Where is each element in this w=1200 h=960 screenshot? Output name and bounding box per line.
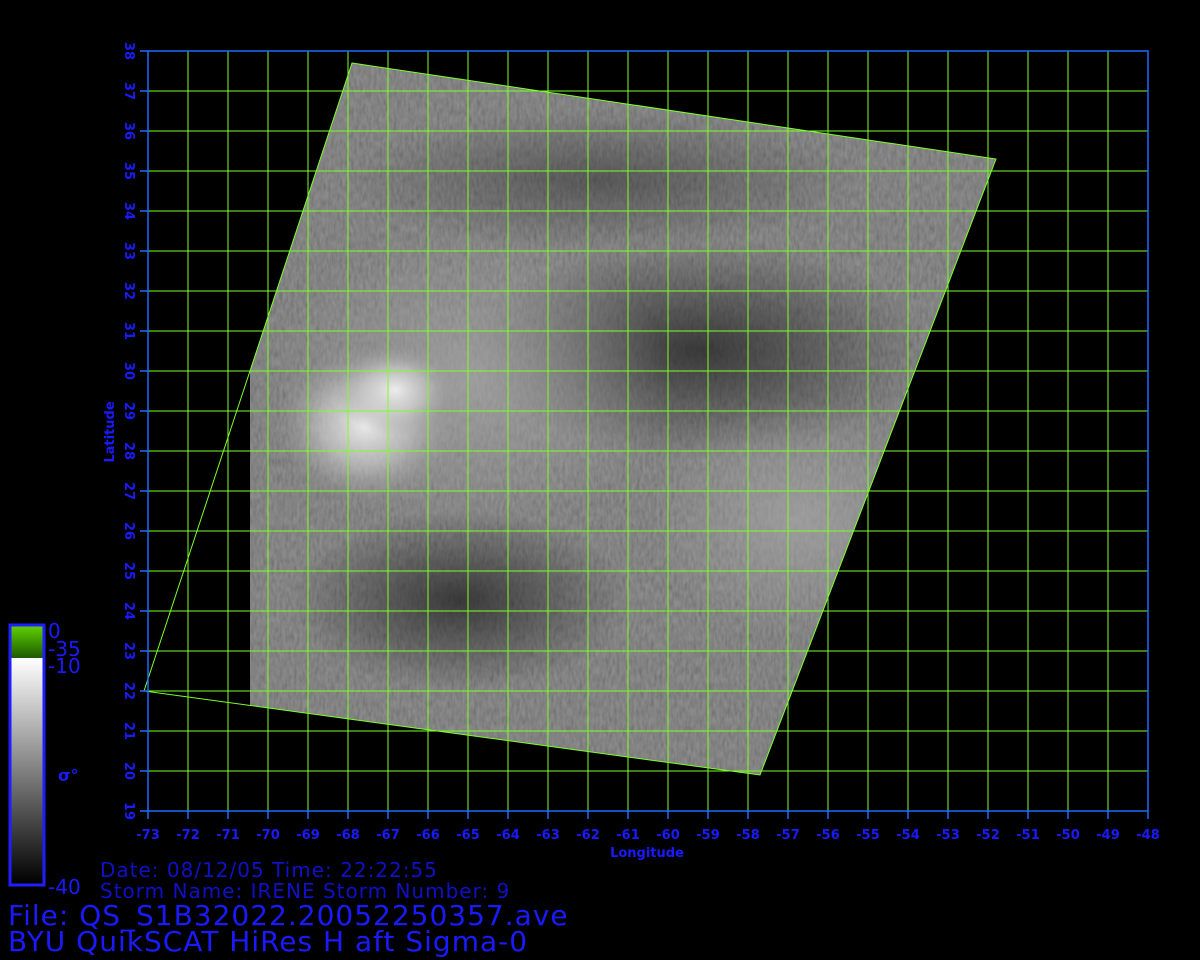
product-title-line: BYU QuikSCAT HiRes H aft Sigma-0 — [8, 925, 529, 958]
x-tick-label: -64 — [496, 828, 520, 843]
y-tick-label: 22 — [121, 682, 136, 700]
x-tick-label: -71 — [216, 828, 240, 843]
y-tick-label: 38 — [121, 42, 136, 60]
x-axis-label: Longitude — [610, 846, 684, 861]
x-tick-label: -60 — [656, 828, 680, 843]
x-tick-label: -65 — [456, 828, 480, 843]
y-tick-label: 25 — [121, 562, 136, 580]
y-tick-label: 27 — [121, 482, 136, 500]
x-tick-label: -49 — [1096, 828, 1120, 843]
x-tick-label: -48 — [1136, 828, 1160, 843]
y-tick-label: 35 — [121, 162, 136, 180]
x-tick-label: -55 — [856, 828, 880, 843]
sigma0-swath-image — [250, 63, 996, 775]
y-tick-label: 24 — [121, 602, 136, 620]
y-tick-label: 30 — [121, 362, 136, 380]
x-tick-label: -51 — [1016, 828, 1040, 843]
y-tick-label: 19 — [121, 802, 136, 820]
x-tick-label: -54 — [896, 828, 920, 843]
x-tick-label: -62 — [576, 828, 600, 843]
x-tick-label: -69 — [296, 828, 320, 843]
colorbar-label-bottom: -40 — [48, 875, 81, 899]
y-tick-label: 33 — [121, 242, 136, 260]
x-tick-label: -68 — [336, 828, 360, 843]
y-tick-label: 34 — [121, 202, 136, 220]
colorbar-gray-segment — [11, 658, 43, 884]
scatterometer-map: -73 -72 -71 -70 -69 -68 -67 -66 -65 -64 -63 -62 -61 -… — [8, 42, 1160, 899]
y-axis-label: Latitude — [103, 401, 118, 463]
latitude-tick-labels: 19 20 21 22 23 24 25 26 27 28 29 30 31 32 33 34 35 36 37 38 — [121, 42, 136, 820]
y-tick-label: 20 — [121, 762, 136, 780]
y-tick-label: 36 — [121, 122, 136, 140]
y-tick-label: 31 — [121, 322, 136, 340]
colorbar-label-gray-top: -10 — [48, 654, 81, 678]
y-tick-label: 23 — [121, 642, 136, 660]
colorbar-sigma-label: σ° — [58, 766, 78, 785]
x-tick-label: -56 — [816, 828, 840, 843]
colorbar-green-segment — [11, 626, 43, 658]
y-tick-label: 26 — [121, 522, 136, 540]
x-tick-label: -66 — [416, 828, 440, 843]
x-tick-label: -67 — [376, 828, 400, 843]
x-tick-label: -61 — [616, 828, 640, 843]
x-tick-label: -72 — [176, 828, 200, 843]
y-tick-label: 37 — [121, 82, 136, 100]
x-tick-label: -52 — [976, 828, 1000, 843]
y-tick-label: 29 — [121, 402, 136, 420]
x-tick-label: -50 — [1056, 828, 1080, 843]
x-tick-label: -63 — [536, 828, 560, 843]
y-tick-label: 32 — [121, 282, 136, 300]
y-tick-label: 21 — [121, 722, 136, 740]
x-tick-label: -53 — [936, 828, 960, 843]
x-tick-label: -57 — [776, 828, 800, 843]
x-tick-label: -70 — [256, 828, 280, 843]
y-tick-label: 28 — [121, 442, 136, 460]
x-tick-label: -73 — [136, 828, 160, 843]
longitude-tick-labels: -73 -72 -71 -70 -69 -68 -67 -66 -65 -64 -63 -62 -61 -… — [136, 828, 1160, 843]
x-tick-label: -58 — [736, 828, 760, 843]
colorbar: 0 -35 -10 -40 σ° — [8, 619, 81, 899]
x-tick-label: -59 — [696, 828, 720, 843]
